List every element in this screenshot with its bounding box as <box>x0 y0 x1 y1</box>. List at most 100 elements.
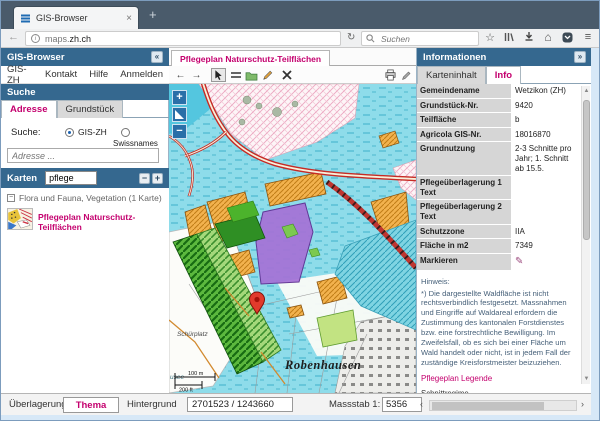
back-icon[interactable]: ← <box>8 31 19 43</box>
scale-input[interactable] <box>382 397 422 412</box>
info-panel-title: Informationen <box>423 51 487 63</box>
search-label: Suche: <box>11 127 41 138</box>
radio-gis-zh-label: GIS-ZH <box>78 127 107 137</box>
new-tab-button[interactable]: + <box>149 7 157 22</box>
history-back-icon[interactable]: ← <box>173 68 188 82</box>
map-filter-input[interactable] <box>45 171 98 185</box>
info-panel: Informationen » Karteninhalt Info Gemein… <box>416 48 592 393</box>
scale-metric-label: 100 m <box>188 371 204 377</box>
info-row-label: Pflegeüberlagerung 2 Text <box>417 200 511 224</box>
overlay-label: Überlagerung <box>9 399 67 410</box>
legend-link[interactable]: Pflegeplan Legende <box>417 367 580 383</box>
menu-item-kontakt[interactable]: Kontakt <box>45 69 77 80</box>
scroll-up-icon[interactable]: ▲ <box>582 88 591 94</box>
theme-button[interactable]: Thema <box>63 397 119 413</box>
info-row-label: Markieren <box>417 253 511 270</box>
browser-search-input[interactable] <box>379 32 464 45</box>
info-row-label: Gemeindename <box>417 84 511 98</box>
info-horizontal-scrollbar[interactable] <box>429 400 577 411</box>
address-input[interactable] <box>7 148 159 163</box>
zoom-out-button[interactable]: − <box>172 124 187 139</box>
map-layer-label: Pflegeplan Naturschutz-Teilflächen <box>38 212 136 232</box>
map-layer-item[interactable]: Pflegeplan Naturschutz-Teilflächen <box>1 203 169 232</box>
info-row: Pflegeüberlagerung 2 Text <box>417 200 580 225</box>
info-row: Grundnutzung 2-3 Schnitte pro Jahr; 1. Sc… <box>417 142 580 177</box>
search-section-header: Suche <box>1 84 169 100</box>
tab-info[interactable]: Info <box>485 66 522 84</box>
bookmark-star-icon[interactable]: ☆ <box>483 31 497 44</box>
browser-search-bar[interactable] <box>361 31 479 46</box>
left-panel: GIS-Browser « GIS-ZH Kontakt Hilfe Anmel… <box>1 48 169 393</box>
pencil-icon[interactable]: ✎ <box>515 256 523 267</box>
info-row-value: 7349 <box>511 239 580 253</box>
place-label: Schürplatz <box>177 331 208 338</box>
radio-gis-zh[interactable] <box>65 128 74 137</box>
close-tab-icon[interactable]: × <box>126 13 132 24</box>
map-tab[interactable]: Pflegeplan Naturschutz-Teilflächen <box>171 50 331 67</box>
map-zoom-controls: + − <box>172 90 188 141</box>
collapse-right-icon[interactable]: » <box>574 51 586 63</box>
tab-adresse[interactable]: Adresse <box>1 100 57 118</box>
scroll-right-icon[interactable]: › <box>581 399 584 409</box>
menu-item-gis-zh[interactable]: GIS-ZH <box>7 64 33 86</box>
info-row-label: Agricola GIS-Nr. <box>417 127 511 142</box>
pocket-icon[interactable] <box>560 32 574 46</box>
menu-hamburger-icon[interactable]: ≡ <box>581 31 595 43</box>
info-row-label: Grundstück-Nr. <box>417 98 511 113</box>
login-link[interactable]: Anmelden <box>120 69 163 80</box>
tab-karteninhalt[interactable]: Karteninhalt <box>417 66 486 84</box>
browser-tab[interactable]: GIS-Browser × <box>13 6 139 29</box>
collapse-left-icon[interactable]: « <box>151 51 163 63</box>
history-forward-icon[interactable]: → <box>189 68 204 82</box>
expand-maps-icon[interactable]: + <box>152 172 163 184</box>
zoom-in-button[interactable]: + <box>172 90 187 105</box>
tab-grundstueck[interactable]: Grundstück <box>56 100 124 118</box>
map-canvas[interactable]: Robenhausen Schürplatz usee 100 m 200 ft… <box>169 84 416 393</box>
search-icon <box>366 34 375 43</box>
left-panel-title: GIS-Browser <box>7 51 65 63</box>
background-label[interactable]: Hintergrund <box>127 399 177 410</box>
folder-tool-icon[interactable] <box>244 68 259 82</box>
browser-window: GIS-Browser × + ← i maps.zh.ch ↻ ☆ ⌂ ≡ <box>0 0 600 421</box>
hscrollbar-thumb[interactable] <box>432 402 544 410</box>
info-row: Markieren ✎ <box>417 253 580 271</box>
delete-tool-icon[interactable] <box>279 68 294 82</box>
home-icon[interactable]: ⌂ <box>541 30 555 44</box>
info-vertical-scrollbar[interactable]: ▲ ▼ <box>581 86 590 384</box>
collapse-maps-icon[interactable]: − <box>139 172 150 184</box>
layer-group-row[interactable]: − Flora und Fauna, Vegetation (1 Karte) <box>1 188 169 203</box>
info-row: Teilfläche b <box>417 113 580 128</box>
info-row-label: Fläche in m2 <box>417 239 511 253</box>
hinweis-block: Hinweis: *) Die dargestellte Waldfläche … <box>417 271 580 368</box>
bottom-bar: Überlagerung Thema Hintergrund Massstab … <box>1 393 591 415</box>
search-source-row: Suche: GIS-ZH Swissnames <box>1 120 169 148</box>
scroll-left-icon[interactable]: ‹ <box>420 399 423 409</box>
print-icon[interactable] <box>383 68 398 82</box>
reload-icon[interactable]: ↻ <box>347 32 355 43</box>
edit-icon[interactable] <box>399 68 414 82</box>
search-section-title: Suche <box>7 86 36 98</box>
draw-tool-icon[interactable] <box>260 68 275 82</box>
scrollbar-thumb[interactable] <box>583 100 590 240</box>
coordinates-input[interactable] <box>187 397 293 412</box>
info-row: Agricola GIS-Nr. 18016870 <box>417 127 580 143</box>
full-extent-button[interactable] <box>172 107 187 122</box>
download-icon[interactable] <box>522 31 536 44</box>
hinweis-text: *) Die dargestellte Waldfläche ist nicht… <box>421 288 571 367</box>
radio-swissnames[interactable] <box>121 128 130 137</box>
scroll-down-icon[interactable]: ▼ <box>582 376 591 382</box>
measure-tool-icon[interactable] <box>228 68 243 82</box>
info-table: Gemeindename Wetzikon (ZH) Grundstück-Nr. 9… <box>417 84 580 271</box>
menu-item-hilfe[interactable]: Hilfe <box>89 69 108 80</box>
collapse-group-icon[interactable]: − <box>7 194 15 202</box>
browser-tab-title: GIS-Browser <box>36 13 88 23</box>
info-row-value[interactable]: ✎ <box>511 253 580 270</box>
info-row-value: IIA <box>511 224 580 239</box>
pointer-tool-icon[interactable] <box>211 68 226 82</box>
info-row: Schutzzone IIA <box>417 224 580 240</box>
site-info-icon[interactable]: i <box>31 34 40 43</box>
extent-icon <box>175 110 184 119</box>
url-bar[interactable]: i maps.zh.ch <box>25 31 341 46</box>
maps-section-title: Karten <box>7 172 38 184</box>
library-icon[interactable] <box>502 32 516 45</box>
